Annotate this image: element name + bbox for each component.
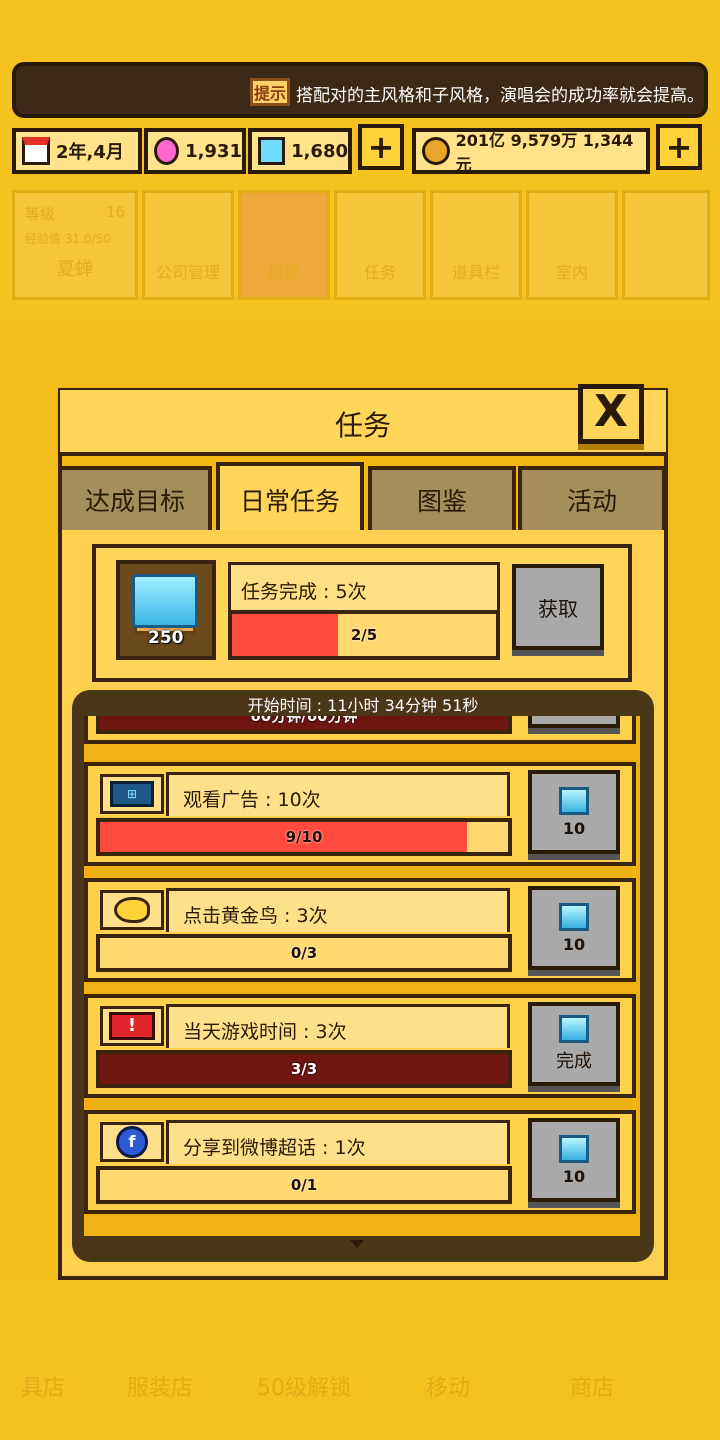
alert-icon: !	[100, 1006, 164, 1046]
date-display: 2年,4月	[12, 128, 142, 174]
reward-progress-text: 2/5	[350, 626, 378, 644]
menu-interior[interactable]: 室内	[526, 190, 618, 300]
task-title: 观看广告 : 10次	[166, 772, 510, 816]
task-item-daily-playtime: ! 当天游戏时间 : 3次 3/3 完成	[84, 994, 636, 1098]
bottom-tab-clothing-shop[interactable]: 服装店	[90, 1320, 230, 1410]
reward-progress-bar: 2/5	[228, 610, 500, 660]
task-progress-bar: 9/10	[96, 818, 512, 856]
task-reward-value: 10	[562, 1166, 586, 1186]
weibo-share-icon: f	[100, 1122, 164, 1162]
task-reward-button[interactable]	[528, 716, 620, 728]
task-reward-button[interactable]: 10	[528, 1118, 620, 1202]
season-text: 夏蝉	[57, 259, 93, 280]
exp-text: 经验值 31.0/50	[25, 232, 111, 246]
money-text: 201亿 9,579万 1,344元	[455, 131, 634, 174]
task-reward-value: 完成	[556, 1051, 592, 1072]
task-item-golden-bird: 点击黄金鸟 : 3次 0/3 10	[84, 878, 636, 982]
add-gems-button[interactable]: +	[358, 124, 404, 170]
task-progress-text: 9/10	[285, 828, 323, 846]
gem-pile-icon	[132, 574, 198, 628]
task-reward-button[interactable]: 10	[528, 770, 620, 854]
reward-title: 任务完成 : 5次	[228, 562, 500, 610]
task-title: 当天游戏时间 : 3次	[166, 1004, 510, 1048]
task-progress-text: 0/1	[290, 1176, 318, 1194]
task-list[interactable]: 60分钟/60分钟 ⊞ 观看广告 : 10次 9/10 10 点击黄金鸟 : 3…	[84, 716, 640, 1236]
task-complete-button[interactable]: 完成	[528, 1002, 620, 1086]
level-panel: 等级 16 经验值 31.0/50 夏蝉	[12, 190, 138, 300]
tab-daily-tasks[interactable]: 日常任务	[216, 462, 364, 534]
pink-gem-count: 1,931	[185, 140, 242, 162]
blue-gem-icon	[559, 1015, 589, 1043]
task-progress-bar: 0/1	[96, 1166, 512, 1204]
task-progress-bar: 3/3	[96, 1050, 512, 1088]
bottom-tab-item-shop[interactable]: 具店	[0, 1320, 86, 1410]
level-label: 等级	[25, 205, 56, 223]
pink-gem-icon	[154, 137, 180, 165]
add-money-button[interactable]: +	[656, 124, 702, 170]
blue-gem-icon	[559, 1134, 589, 1163]
close-icon: X	[594, 386, 628, 437]
blue-gem-count: 1,680	[291, 140, 348, 162]
mail-icon[interactable]	[622, 190, 710, 300]
blue-gem-icon	[559, 786, 589, 815]
reward-gem-count: 250	[148, 628, 184, 648]
task-reward-button[interactable]: 10	[528, 886, 620, 970]
calendar-icon	[22, 137, 50, 165]
hint-text: 搭配对的主风格和子风格，演唱会的成功率就会提高。	[296, 86, 704, 106]
tv-ad-icon: ⊞	[100, 774, 164, 814]
blue-gem-icon	[559, 902, 589, 931]
task-reward-value: 10	[562, 934, 586, 954]
task-item-watch-ads: ⊞ 观看广告 : 10次 9/10 10	[84, 762, 636, 866]
close-button[interactable]: X	[578, 384, 644, 444]
tab-collection[interactable]: 图鉴	[368, 466, 516, 530]
task-title: 分享到微博超话 : 1次	[166, 1120, 510, 1164]
claim-button[interactable]: 获取	[512, 564, 604, 650]
scroll-down-icon	[350, 1240, 364, 1248]
hint-badge: 提示	[250, 78, 290, 106]
menu-company-management[interactable]: 公司管理	[142, 190, 234, 300]
date-text: 2年,4月	[56, 142, 124, 163]
task-title: 点击黄金鸟 : 3次	[166, 888, 510, 932]
menu-tasks[interactable]: 任务	[334, 190, 426, 300]
menu-recruit[interactable]: 招募	[238, 190, 330, 300]
task-progress-bar: 0/3	[96, 934, 512, 972]
tab-achievements[interactable]: 达成目标	[58, 466, 212, 530]
task-item-weibo-share: f 分享到微博超话 : 1次 0/1 10	[84, 1110, 636, 1214]
level-value: 16	[105, 203, 125, 221]
task-reward-value: 10	[562, 818, 586, 838]
menu-inventory[interactable]: 道具栏	[430, 190, 522, 300]
bottom-tab-store[interactable]: 商店	[522, 1320, 662, 1410]
task-item-partial: 60分钟/60分钟	[84, 716, 636, 744]
tab-events[interactable]: 活动	[518, 466, 666, 530]
task-progress-text: 60分钟/60分钟	[100, 716, 508, 730]
blue-gem-display: 1,680	[248, 128, 352, 174]
coin-icon	[422, 137, 450, 165]
task-list-start-time: 开始时间 : 11小时 34分钟 51秒	[247, 696, 479, 715]
task-progress-bar: 60分钟/60分钟	[96, 716, 512, 734]
bottom-tab-move[interactable]: 移动	[378, 1320, 518, 1410]
task-progress-text: 0/3	[290, 944, 318, 962]
blue-gem-icon	[258, 137, 286, 165]
golden-bird-icon	[100, 890, 164, 930]
pink-gem-display: 1,931	[144, 128, 246, 174]
bottom-tab-locked[interactable]: 50级解锁	[234, 1320, 374, 1410]
task-progress-text: 3/3	[290, 1060, 318, 1078]
money-display: 201亿 9,579万 1,344元	[412, 128, 650, 174]
